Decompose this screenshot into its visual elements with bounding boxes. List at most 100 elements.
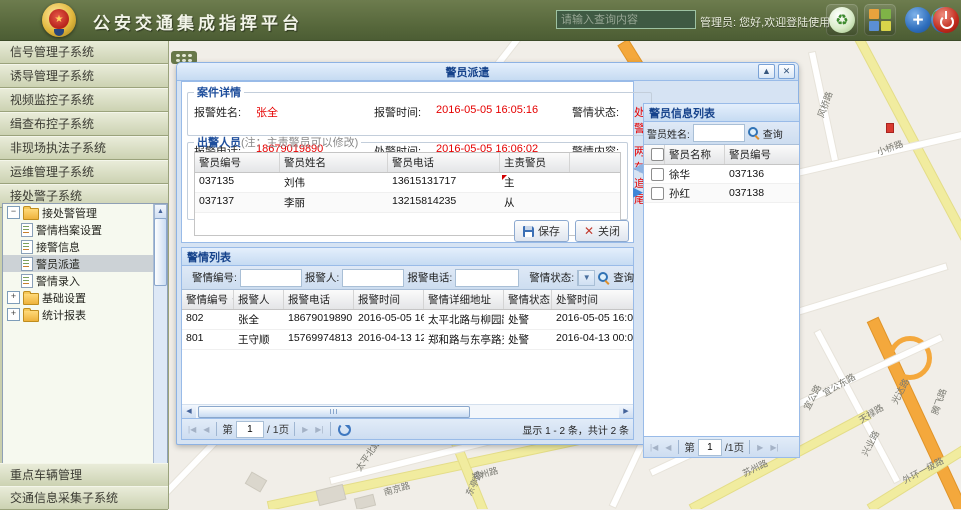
sidebar: 信号管理子系统 诱导管理子系统 视频监控子系统 缉查布控子系统 非现场执法子系统… xyxy=(0,40,169,509)
last-page-icon[interactable]: ▶| xyxy=(768,443,780,452)
prev-page-icon[interactable]: ◀ xyxy=(663,443,673,452)
officer-grid-header[interactable]: 警员名称 警员编号 xyxy=(644,145,799,165)
cell-address: 太平北路与柳园路... xyxy=(424,310,504,329)
tree-node-dispatch-mgmt[interactable]: − 接处警管理 xyxy=(3,204,167,221)
tree-node-alert-info[interactable]: 接警信息 xyxy=(3,238,167,255)
column-header: 警情状态 xyxy=(504,290,552,309)
tree-node-reports[interactable]: + 统计报表 xyxy=(3,306,167,323)
close-x-icon: ✕ xyxy=(584,225,594,237)
search-button[interactable]: 查询 xyxy=(763,126,783,141)
select-all-checkbox[interactable] xyxy=(651,148,664,161)
document-icon xyxy=(21,274,33,288)
sidebar-item-key-vehicles[interactable]: 重点车辆管理 xyxy=(0,463,168,487)
search-button[interactable]: 查询 xyxy=(613,270,634,285)
expand-box-icon[interactable]: + xyxy=(7,291,20,304)
tree-node-label: 统计报表 xyxy=(42,307,86,323)
expand-box-icon[interactable]: + xyxy=(7,308,20,321)
eco-sphere-button[interactable]: ♻ xyxy=(826,4,858,36)
map-building xyxy=(246,473,266,491)
sidebar-item-offsite[interactable]: 非现场执法子系统 xyxy=(0,136,168,160)
field-label: 报警时间: xyxy=(374,104,436,136)
tree-node-label: 接警信息 xyxy=(36,239,80,255)
page-number-input[interactable] xyxy=(236,421,264,438)
table-row[interactable]: 孙红 037138 xyxy=(644,184,799,203)
sidebar-item-signal[interactable]: 信号管理子系统 xyxy=(0,40,168,64)
table-row[interactable]: 徐华 037136 xyxy=(644,165,799,184)
app-title: 公安交通集成指挥平台 xyxy=(93,9,303,34)
table-row[interactable]: 037137 李丽 13215814235 从 xyxy=(195,193,620,213)
collapse-box-icon[interactable]: − xyxy=(7,206,20,219)
grid-empty-area xyxy=(644,203,799,436)
table-row[interactable]: 801 王守顺 15769974813 2016-04-13 12:... 郑和… xyxy=(182,330,633,350)
sidebar-item-traffic-info[interactable]: 交通信息采集子系统 xyxy=(0,486,168,510)
sidebar-item-patrol[interactable]: 缉查布控子系统 xyxy=(0,112,168,136)
last-page-icon[interactable]: ▶| xyxy=(313,425,325,434)
alert-id-input[interactable] xyxy=(240,269,302,287)
scrollbar-track[interactable] xyxy=(196,405,619,418)
horizontal-scrollbar[interactable]: ◀ ▶ xyxy=(182,404,633,418)
page-number-input[interactable] xyxy=(698,439,722,456)
app-header: ★ 公安交通集成指挥平台 管理员: 您好,欢迎登陆使用 ♻ + xyxy=(0,0,961,41)
sidebar-item-video[interactable]: 视频监控子系统 xyxy=(0,88,168,112)
document-icon xyxy=(21,257,33,271)
scroll-up-icon[interactable]: ▲ xyxy=(154,204,167,219)
power-button[interactable] xyxy=(930,4,961,36)
app-grid-button[interactable] xyxy=(864,4,896,36)
scroll-right-icon[interactable]: ▶ xyxy=(619,405,633,418)
search-icon[interactable] xyxy=(748,127,760,139)
save-button[interactable]: 保存 xyxy=(514,220,569,242)
dispatch-grid-header[interactable]: 警员编号 警员姓名 警员电话 主责警员 xyxy=(195,153,620,173)
move-left-icon[interactable]: ◀ xyxy=(633,161,643,174)
move-right-icon[interactable]: ▶ xyxy=(633,185,643,198)
cell-officer-phone: 13615131717 xyxy=(388,173,500,192)
tree-node-basic-settings[interactable]: + 基础设置 xyxy=(3,289,167,306)
close-button[interactable]: ✕ 关闭 xyxy=(575,220,629,242)
refresh-icon[interactable] xyxy=(338,423,351,436)
first-page-icon[interactable]: |◀ xyxy=(648,443,660,452)
tree-node-alert-archive[interactable]: 警情档案设置 xyxy=(3,221,167,238)
table-row[interactable]: 802 张全 18679019890 2016-05-05 16:... 太平北… xyxy=(182,310,633,330)
sidebar-item-guidance[interactable]: 诱导管理子系统 xyxy=(0,64,168,88)
map-road-label: 腾飞路 xyxy=(928,387,949,417)
status-select[interactable]: ▼ xyxy=(577,270,595,286)
scrollbar-thumb[interactable] xyxy=(154,218,167,286)
collapse-window-icon[interactable]: ▲ xyxy=(758,64,775,79)
alert-filter-toolbar: 警情编号: 报警人: 报警电话: 警情状态: ▼ 查询 xyxy=(182,266,633,290)
tree-node-label: 警情档案设置 xyxy=(36,222,102,238)
row-checkbox[interactable] xyxy=(651,168,664,181)
officer-name-input[interactable] xyxy=(693,124,745,142)
chevron-down-icon[interactable]: ▼ xyxy=(578,271,594,285)
search-icon[interactable] xyxy=(598,272,610,284)
column-header: 警员姓名 xyxy=(280,153,388,172)
tree-node-officer-dispatch[interactable]: 警员派遣 xyxy=(3,255,167,272)
table-row[interactable]: 037135 刘伟 13615131717 主 xyxy=(195,173,620,193)
page-count-label: / 1页 xyxy=(267,422,289,437)
tree-scrollbar[interactable]: ▲ ▼ xyxy=(153,204,167,501)
cell-alert-id: 801 xyxy=(182,330,234,349)
field-value: 2016-05-05 16:05:16 xyxy=(436,104,572,136)
next-page-icon[interactable]: ▶ xyxy=(755,443,765,452)
cell-officer-id: 037136 xyxy=(725,166,799,182)
caller-input[interactable] xyxy=(342,269,404,287)
scroll-left-icon[interactable]: ◀ xyxy=(182,405,196,418)
map-marker[interactable] xyxy=(886,123,894,133)
column-header: 警员编号 xyxy=(195,153,280,172)
tree-node-alert-entry[interactable]: 警情录入 xyxy=(3,272,167,289)
global-search-input[interactable] xyxy=(556,10,696,29)
alert-grid-header[interactable]: 警情编号 ▼ 报警人 报警电话 报警时间 警情详细地址 警情状态 处警时间 xyxy=(182,290,633,310)
column-header-sortable: 警情编号 ▼ xyxy=(182,290,234,309)
scrollbar-thumb[interactable] xyxy=(198,406,470,418)
phone-input[interactable] xyxy=(455,269,519,287)
filter-label: 警员姓名: xyxy=(647,126,690,141)
next-page-icon[interactable]: ▶ xyxy=(300,425,310,434)
first-page-icon[interactable]: |◀ xyxy=(186,425,198,434)
prev-page-icon[interactable]: ◀ xyxy=(201,425,211,434)
map-road-label: 小桥路 xyxy=(875,137,905,158)
cell-officer-name: 李丽 xyxy=(280,193,388,212)
police-badge-logo: ★ xyxy=(42,3,76,37)
sidebar-item-ops[interactable]: 运维管理子系统 xyxy=(0,160,168,184)
window-titlebar[interactable]: 警员派遣 ▲ ✕ xyxy=(177,63,798,81)
row-checkbox[interactable] xyxy=(651,187,664,200)
cell-report-time: 2016-04-13 12:... xyxy=(354,330,424,349)
close-window-icon[interactable]: ✕ xyxy=(778,64,795,79)
